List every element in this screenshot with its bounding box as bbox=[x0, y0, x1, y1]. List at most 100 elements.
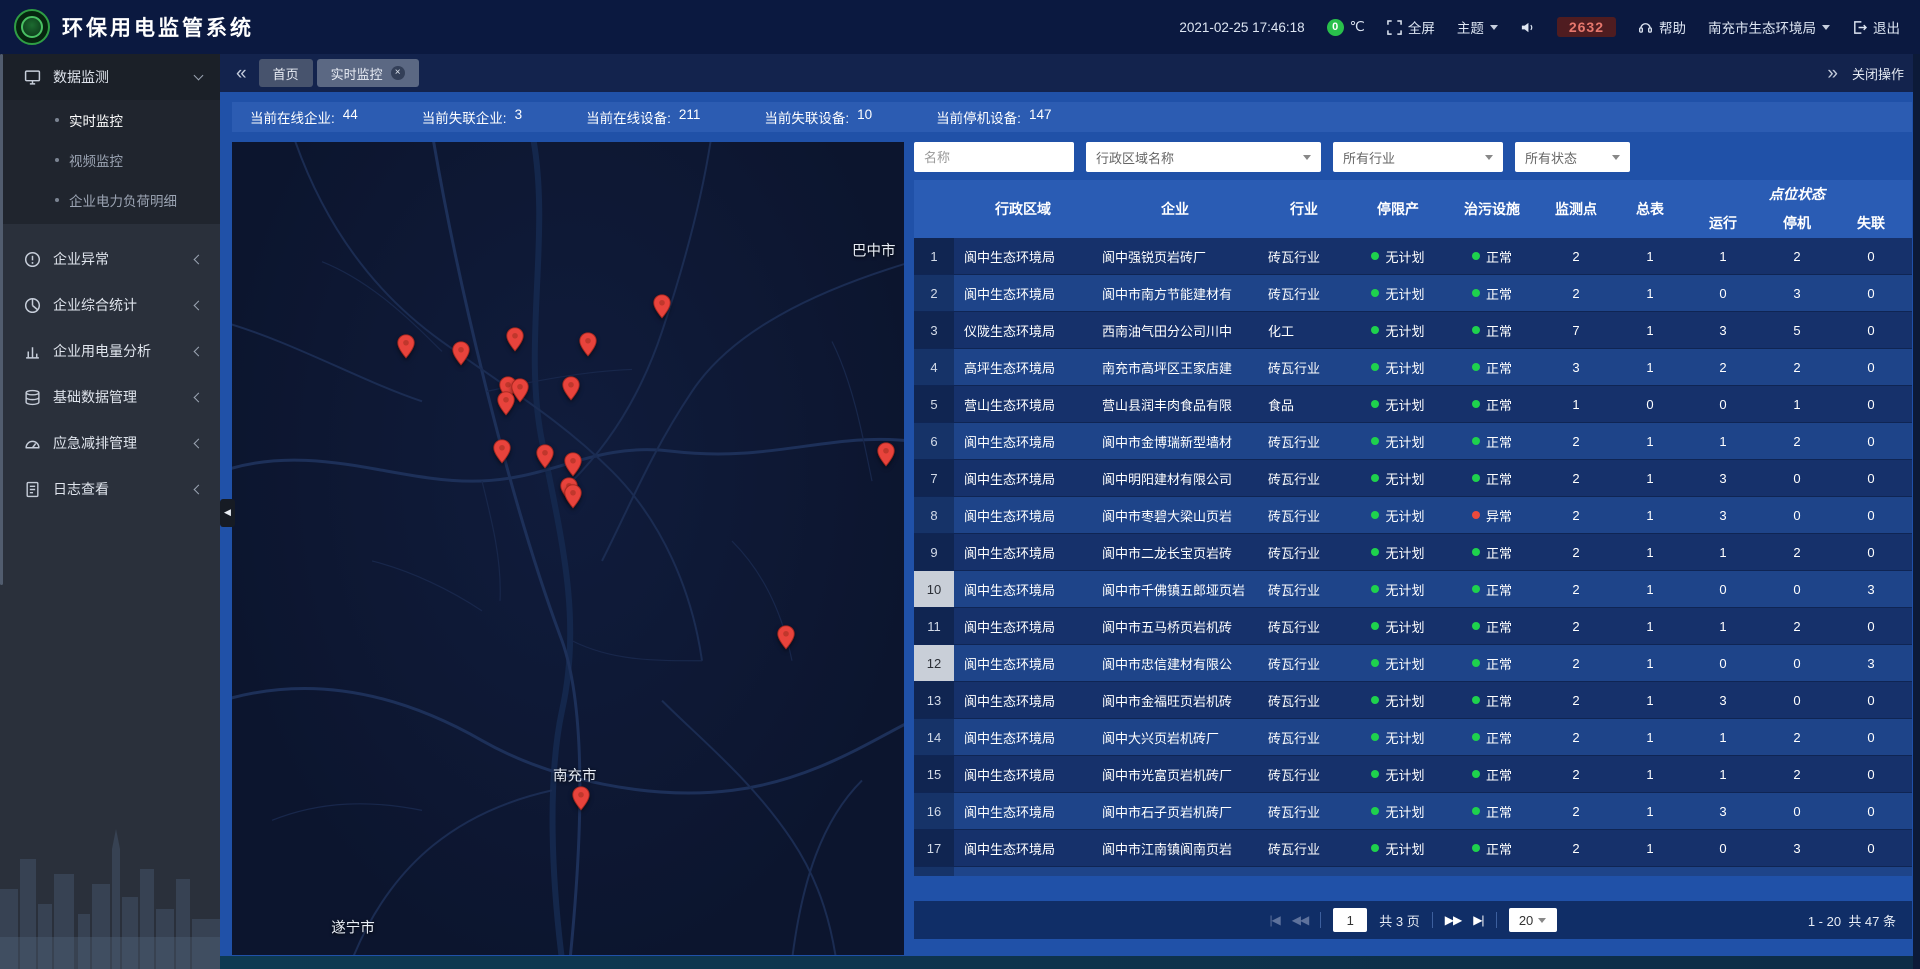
cell-company: 阆中市金福旺页岩机砖 bbox=[1092, 682, 1258, 718]
map-pin-icon[interactable] bbox=[579, 332, 598, 357]
cell-monitor: 2 bbox=[1538, 867, 1614, 876]
cell-company: 南部县升钟湖页岩砖厂 bbox=[1092, 867, 1258, 876]
cell-production-text: 无计划 bbox=[1385, 358, 1424, 377]
map-pin-icon[interactable] bbox=[493, 439, 512, 464]
tabs-scroll-left-button[interactable]: « bbox=[236, 64, 247, 83]
sidebar-scrollbar[interactable] bbox=[0, 54, 3, 585]
table-row-3[interactable]: 3仪陇生态环境局西南油气田分公司川中化工无计划正常71350 bbox=[914, 312, 1912, 349]
sidebar-item-0[interactable]: 数据监测 bbox=[0, 54, 220, 100]
map-pin-icon[interactable] bbox=[876, 442, 895, 467]
row-index: 4 bbox=[914, 349, 954, 385]
cell-facility-text: 正常 bbox=[1486, 358, 1512, 377]
table-row-17[interactable]: 17阆中生态环境局阆中市江南镇阆南页岩砖瓦行业无计划正常21030 bbox=[914, 830, 1912, 867]
last-page-button[interactable]: ▶| bbox=[1473, 913, 1483, 927]
cell-run: 0 bbox=[1686, 275, 1760, 311]
table-row-13[interactable]: 13阆中生态环境局阆中市金福旺页岩机砖砖瓦行业无计划正常21300 bbox=[914, 682, 1912, 719]
table-row-4[interactable]: 4高坪生态环境局南充市高坪区王家店建砖瓦行业无计划正常31220 bbox=[914, 349, 1912, 386]
page-scrollbar[interactable] bbox=[1913, 54, 1920, 969]
cell-industry: 砖瓦行业 bbox=[1258, 867, 1350, 876]
map-pin-icon[interactable] bbox=[497, 391, 516, 416]
industry-filter-select[interactable]: 所有行业 bbox=[1333, 142, 1503, 172]
table-row-8[interactable]: 8阆中生态环境局阆中市枣碧大梁山页岩砖瓦行业无计划异常21300 bbox=[914, 497, 1912, 534]
sidebar-item-5[interactable]: 应急减排管理 bbox=[0, 420, 220, 466]
tab-close-icon[interactable]: × bbox=[391, 66, 405, 80]
panes: 巴中市南充市遂宁市 行政区域名称 所有行业 所有状态 bbox=[232, 142, 1912, 955]
notice-count-badge[interactable]: 2632 bbox=[1557, 17, 1616, 37]
tab-label: 首页 bbox=[273, 64, 299, 83]
cell-facility: 正常 bbox=[1446, 386, 1538, 422]
name-filter-input[interactable] bbox=[914, 142, 1074, 172]
cell-production-text: 无计划 bbox=[1385, 691, 1424, 710]
cell-region: 阆中生态环境局 bbox=[954, 423, 1092, 459]
map-pin-icon[interactable] bbox=[505, 327, 524, 352]
cell-facility-text: 正常 bbox=[1486, 543, 1512, 562]
table-row-5[interactable]: 5营山生态环境局营山县润丰肉食品有限食品无计划正常10010 bbox=[914, 386, 1912, 423]
sidebar-item-2[interactable]: 企业综合统计 bbox=[0, 282, 220, 328]
map-panel[interactable]: 巴中市南充市遂宁市 bbox=[232, 142, 904, 955]
table-row-11[interactable]: 11阆中生态环境局阆中市五马桥页岩机砖砖瓦行业无计划正常21120 bbox=[914, 608, 1912, 645]
sidebar-item-3[interactable]: 企业用电量分析 bbox=[0, 328, 220, 374]
table-row-12[interactable]: 12阆中生态环境局阆中市忠信建材有限公砖瓦行业无计划正常21003 bbox=[914, 645, 1912, 682]
fullscreen-button[interactable]: 全屏 bbox=[1387, 17, 1435, 37]
map-pin-icon[interactable] bbox=[561, 376, 580, 401]
sidebar-group: 企业异常 bbox=[0, 236, 220, 282]
cell-lost: 0 bbox=[1834, 867, 1908, 876]
page-number-input[interactable]: 1 bbox=[1333, 908, 1367, 932]
table-row-16[interactable]: 16阆中生态环境局阆中市石子页岩机砖厂砖瓦行业无计划正常21300 bbox=[914, 793, 1912, 830]
sidebar-item-6[interactable]: 日志查看 bbox=[0, 466, 220, 512]
table-row-6[interactable]: 6阆中生态环境局阆中市金博瑞新型墙材砖瓦行业无计划正常21120 bbox=[914, 423, 1912, 460]
table-row-1[interactable]: 1阆中生态环境局阆中强锐页岩砖厂砖瓦行业无计划正常21120 bbox=[914, 238, 1912, 275]
first-page-button[interactable]: |◀ bbox=[1269, 913, 1279, 927]
sidebar-item-4[interactable]: 基础数据管理 bbox=[0, 374, 220, 420]
table-row-14[interactable]: 14阆中生态环境局阆中大兴页岩机砖厂砖瓦行业无计划正常21120 bbox=[914, 719, 1912, 756]
status-filter-select[interactable]: 所有状态 bbox=[1515, 142, 1630, 172]
map-pin-icon[interactable] bbox=[397, 334, 416, 359]
sidebar-group: 日志查看 bbox=[0, 466, 220, 512]
bullet-icon bbox=[55, 158, 59, 162]
sidebar-item-1[interactable]: 企业异常 bbox=[0, 236, 220, 282]
cell-facility: 正常 bbox=[1446, 830, 1538, 866]
help-button[interactable]: 帮助 bbox=[1638, 17, 1686, 37]
tab-item-0[interactable]: 首页 bbox=[259, 59, 313, 87]
table-row-9[interactable]: 9阆中生态环境局阆中市二龙长宝页岩砖砖瓦行业无计划正常21120 bbox=[914, 534, 1912, 571]
tab-item-1[interactable]: 实时监控× bbox=[317, 59, 419, 87]
table-row-7[interactable]: 7阆中生态环境局阆中明阳建材有限公司砖瓦行业无计划正常21300 bbox=[914, 460, 1912, 497]
table-row-10[interactable]: 10阆中生态环境局阆中市千佛镇五郎垭页岩砖瓦行业无计划正常21003 bbox=[914, 571, 1912, 608]
theme-dropdown[interactable]: 主题 bbox=[1457, 17, 1498, 37]
status-dot bbox=[1472, 363, 1480, 371]
map-pin-icon[interactable] bbox=[653, 294, 672, 319]
sidebar-subitem-1[interactable]: 视频监控 bbox=[0, 140, 220, 180]
map-pin-icon[interactable] bbox=[452, 341, 471, 366]
stats-bar: 当前在线企业:44当前失联企业:3当前在线设备:211当前失联设备:10当前停机… bbox=[232, 102, 1912, 132]
bullet-icon bbox=[55, 118, 59, 122]
map-pin-icon[interactable] bbox=[563, 484, 582, 509]
tabs-scroll-right-button[interactable]: » bbox=[1827, 64, 1838, 83]
cell-region: 仪陇生态环境局 bbox=[954, 312, 1092, 348]
speaker-icon[interactable] bbox=[1520, 20, 1535, 35]
sidebar-collapse-handle[interactable]: ◀ bbox=[220, 499, 235, 527]
table-row-18[interactable]: 18南部生态环境局南部县升钟湖页岩砖厂砖瓦行业无计划正常21030 bbox=[914, 867, 1912, 876]
cell-production-text: 无计划 bbox=[1385, 432, 1424, 451]
map-pin-icon[interactable] bbox=[776, 625, 795, 650]
status-dot bbox=[1371, 770, 1379, 778]
close-operations-button[interactable]: 关闭操作 bbox=[1852, 64, 1904, 83]
sidebar-subitem-2[interactable]: 企业电力负荷明细 bbox=[0, 180, 220, 220]
table-row-15[interactable]: 15阆中生态环境局阆中市光富页岩机砖厂砖瓦行业无计划正常21120 bbox=[914, 756, 1912, 793]
next-page-button[interactable]: ▶▶ bbox=[1445, 913, 1461, 927]
map-pin-icon[interactable] bbox=[571, 786, 590, 811]
map-pin-icon[interactable] bbox=[563, 452, 582, 477]
cell-production: 无计划 bbox=[1350, 682, 1446, 718]
cell-facility: 正常 bbox=[1446, 682, 1538, 718]
org-dropdown[interactable]: 南充市生态环境局 bbox=[1708, 17, 1830, 37]
table-row-2[interactable]: 2阆中生态环境局阆中市南方节能建材有砖瓦行业无计划正常21030 bbox=[914, 275, 1912, 312]
cell-production: 无计划 bbox=[1350, 423, 1446, 459]
sidebar-subitem-0[interactable]: 实时监控 bbox=[0, 100, 220, 140]
map-pin-icon[interactable] bbox=[536, 444, 555, 469]
cell-run: 3 bbox=[1686, 460, 1760, 496]
page-size-select[interactable]: 20 bbox=[1509, 908, 1557, 932]
logout-button[interactable]: 退出 bbox=[1852, 17, 1900, 37]
prev-page-button[interactable]: ◀◀ bbox=[1292, 913, 1308, 927]
region-filter-select[interactable]: 行政区域名称 bbox=[1086, 142, 1321, 172]
stat-item: 当前在线企业:44 bbox=[250, 107, 358, 127]
stat-value: 3 bbox=[515, 107, 523, 127]
